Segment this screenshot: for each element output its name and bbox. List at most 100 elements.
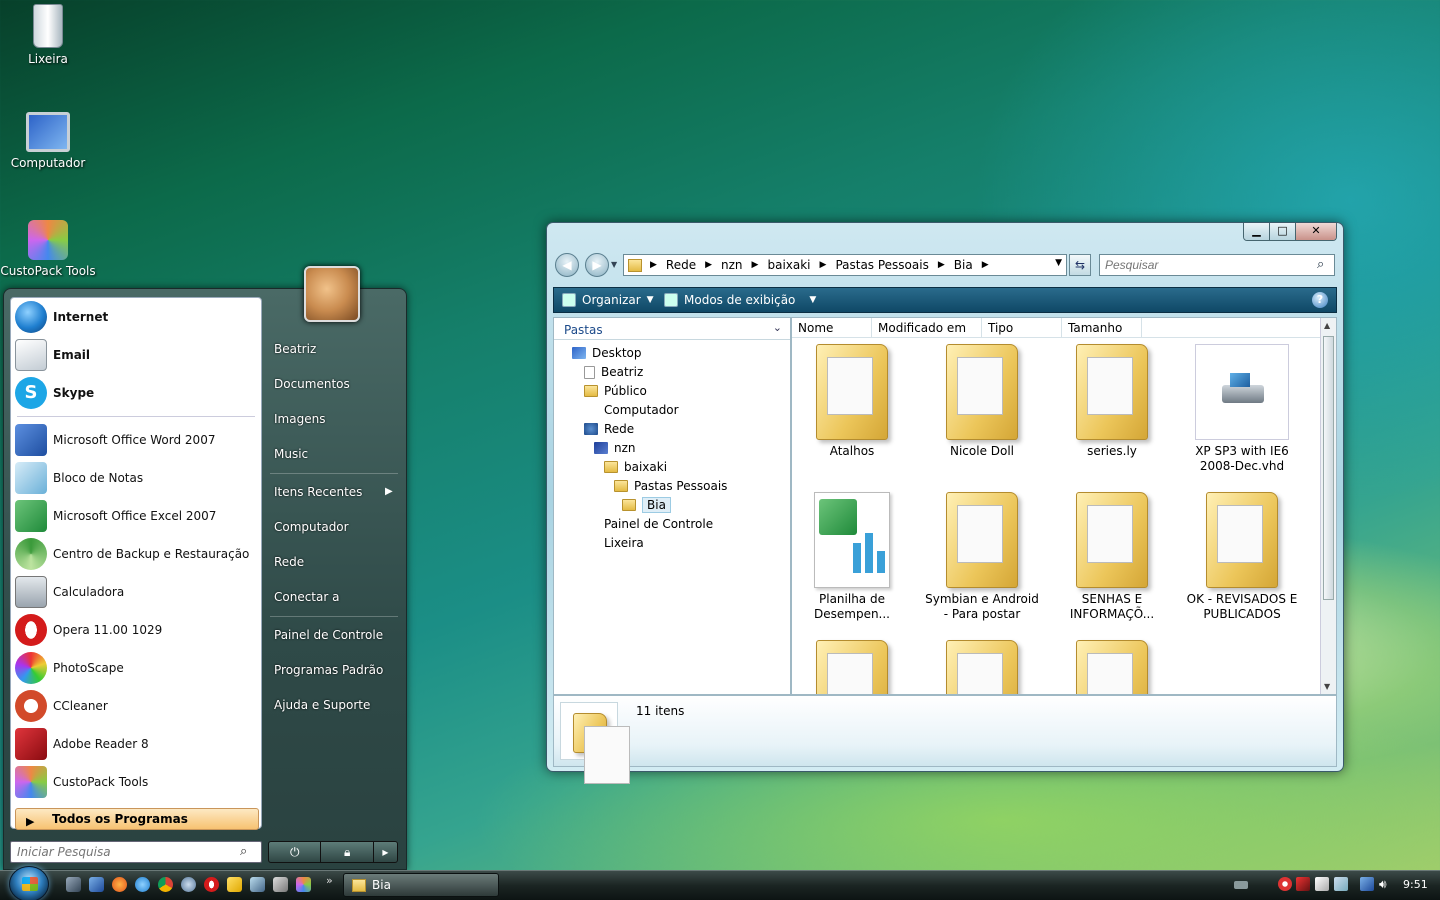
column-header-size[interactable]: Tamanho [1062, 318, 1142, 337]
file-item-folder[interactable] [1052, 640, 1172, 694]
tree-item-baixaki[interactable]: baixaki [604, 458, 667, 476]
start-button[interactable] [9, 866, 49, 900]
tree-item-beatriz[interactable]: Beatriz [584, 363, 643, 381]
start-item-custopack[interactable]: CustoPack Tools [11, 763, 261, 801]
network-status-icon[interactable] [1360, 877, 1374, 891]
refresh-button[interactable]: ⇆ [1069, 254, 1091, 276]
start-item-notepad[interactable]: Bloco de Notas [11, 459, 261, 497]
start-item-backup[interactable]: Centro de Backup e Restauração [11, 535, 261, 573]
column-header-modified[interactable]: Modificado em [872, 318, 982, 337]
scroll-up-icon[interactable]: ▲ [1324, 321, 1330, 330]
clock[interactable]: 9:51 [1403, 878, 1428, 891]
folders-header[interactable]: Pastas ⌄ [554, 318, 790, 340]
keyboard-icon[interactable] [1234, 881, 1248, 889]
chevron-down-icon[interactable]: ⌄ [773, 321, 782, 334]
start-right-user[interactable]: Beatriz [274, 342, 316, 356]
start-item-word[interactable]: Microsoft Office Word 2007 [11, 421, 261, 459]
tree-item-nzn[interactable]: nzn [594, 439, 636, 457]
all-programs-button[interactable]: ▶ Todos os Programas [15, 808, 259, 830]
start-search-input[interactable] [10, 841, 262, 863]
start-item-adobe-reader[interactable]: Adobe Reader 8 [11, 725, 261, 763]
chrome-icon[interactable] [158, 877, 173, 892]
breadcrumb-baixaki[interactable]: baixaki [767, 258, 810, 272]
start-item-email[interactable]: Email [11, 336, 261, 374]
chevron-down-icon[interactable]: ▼ [1055, 258, 1062, 268]
tree-item-computador[interactable]: Computador [584, 401, 679, 419]
start-item-calculator[interactable]: Calculadora [11, 573, 261, 611]
quick-launch-more-icon[interactable]: » [326, 874, 333, 887]
vertical-scrollbar[interactable]: ▲ ▼ [1320, 318, 1336, 694]
start-item-ccleaner[interactable]: CCleaner [11, 687, 261, 725]
firefox-icon[interactable] [112, 877, 127, 892]
explorer-search-input[interactable] [1099, 254, 1335, 276]
arrow-right-icon[interactable]: ▸ [374, 842, 397, 862]
file-item-ok-revisados[interactable]: OK - REVISADOS E PUBLICADOS [1182, 492, 1302, 622]
start-item-photoscape[interactable]: PhotoScape [11, 649, 261, 687]
network-icon[interactable] [250, 877, 265, 892]
file-item-senhas[interactable]: SENHAS E INFORMAÇÕ... [1052, 492, 1172, 622]
tree-item-pastas-pessoais[interactable]: Pastas Pessoais [614, 477, 727, 495]
file-item-xp-vhd[interactable]: XP SP3 with IE6 2008-Dec.vhd [1182, 344, 1302, 474]
file-item-symbian-android[interactable]: Symbian e Android - Para postar [922, 492, 1042, 622]
organize-button[interactable]: Organizar ▼ [562, 293, 654, 307]
tree-item-desktop[interactable]: Desktop [572, 344, 642, 362]
mail-icon[interactable] [227, 877, 242, 892]
desktop-icon-computer[interactable]: Computador [0, 112, 96, 170]
tree-item-lixeira[interactable]: Lixeira [584, 534, 644, 552]
help-icon[interactable]: ? [1312, 292, 1328, 308]
file-item-nicole-doll[interactable]: Nicole Doll [922, 344, 1042, 459]
opera-icon[interactable] [204, 877, 219, 892]
start-right-control-panel[interactable]: Painel de Controle [274, 628, 383, 642]
app-tray-icon[interactable] [1334, 877, 1348, 891]
file-item-folder[interactable] [922, 640, 1042, 694]
tree-item-publico[interactable]: Público [584, 382, 647, 400]
scrollbar-thumb[interactable] [1323, 336, 1334, 600]
file-item-series-ly[interactable]: series.ly [1052, 344, 1172, 459]
browser-icon[interactable] [181, 877, 196, 892]
start-right-recent-items[interactable]: Itens Recentes [274, 485, 362, 499]
back-button[interactable]: ◀ [555, 253, 579, 277]
breadcrumb-rede[interactable]: Rede [666, 258, 696, 272]
breadcrumb-pastas-pessoais[interactable]: Pastas Pessoais [835, 258, 928, 272]
desktop-icon-recycle-bin[interactable]: Lixeira [0, 4, 96, 66]
start-right-music[interactable]: Music [274, 447, 308, 461]
views-button[interactable]: Modos de exibição ▼ [664, 293, 816, 307]
start-item-excel[interactable]: Microsoft Office Excel 2007 [11, 497, 261, 535]
custopack-icon[interactable] [296, 877, 311, 892]
column-header-type[interactable]: Tipo [982, 318, 1062, 337]
volume-icon[interactable]: 🔊︎ [1379, 877, 1393, 891]
start-right-pictures[interactable]: Imagens [274, 412, 325, 426]
user-avatar[interactable] [304, 266, 360, 322]
start-right-connect-to[interactable]: Conectar a [274, 590, 339, 604]
breadcrumb-nzn[interactable]: nzn [721, 258, 743, 272]
start-right-computer[interactable]: Computador [274, 520, 349, 534]
start-right-network[interactable]: Rede [274, 555, 304, 569]
column-header-name[interactable]: Nome [792, 318, 872, 337]
file-item-folder[interactable] [792, 640, 912, 694]
start-right-default-programs[interactable]: Programas Padrão [274, 663, 383, 677]
start-right-help[interactable]: Ajuda e Suporte [274, 698, 370, 712]
tree-item-rede[interactable]: Rede [584, 420, 634, 438]
tree-item-painel-de-controle[interactable]: Painel de Controle [584, 515, 713, 533]
show-desktop-icon[interactable] [66, 877, 81, 892]
start-right-documents[interactable]: Documentos [274, 377, 350, 391]
internet-explorer-icon[interactable] [135, 877, 150, 892]
address-bar[interactable]: ▶ Rede ▶ nzn ▶ baixaki ▶ Pastas Pessoais… [623, 254, 1067, 276]
tree-item-bia[interactable]: Bia [622, 496, 671, 514]
history-dropdown-icon[interactable]: ▼ [611, 260, 617, 269]
scroll-down-icon[interactable]: ▼ [1324, 682, 1330, 691]
tools-icon[interactable] [273, 877, 288, 892]
desktop-icon-custopack[interactable]: CustoPack Tools [0, 220, 96, 278]
power-icon[interactable]: ⏻ [269, 842, 322, 862]
forward-button[interactable]: ▶ [585, 253, 609, 277]
minimize-icon[interactable]: ▁ [1244, 223, 1270, 240]
app-tray-icon[interactable] [1296, 877, 1310, 891]
switch-windows-icon[interactable] [89, 877, 104, 892]
app-tray-icon[interactable] [1315, 877, 1329, 891]
security-icon[interactable] [1278, 877, 1292, 891]
start-item-opera[interactable]: Opera 11.00 1029 [11, 611, 261, 649]
file-item-atalhos[interactable]: Atalhos [792, 344, 912, 459]
breadcrumb-bia[interactable]: Bia [954, 258, 973, 272]
maximize-icon[interactable]: □ [1270, 223, 1296, 240]
taskbar-button-bia[interactable]: Bia [343, 873, 499, 897]
